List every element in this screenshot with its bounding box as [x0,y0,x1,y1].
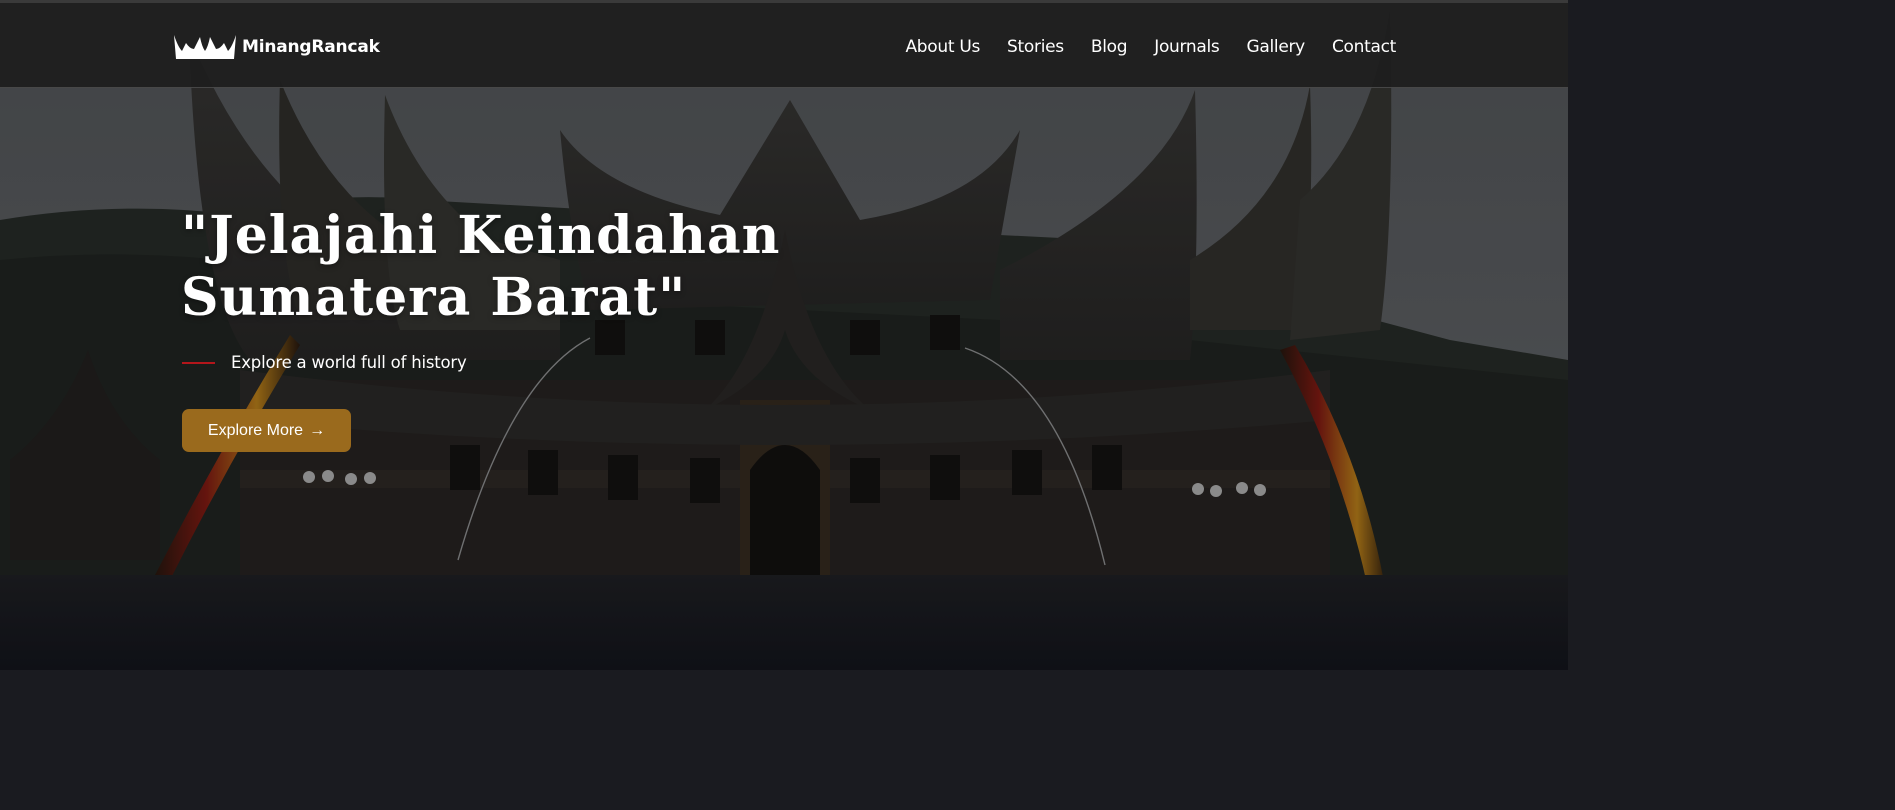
nav-journals[interactable]: Journals [1154,37,1220,57]
nav-contact[interactable]: Contact [1332,37,1396,57]
tagline-accent-line [182,361,215,364]
brand-logo[interactable]: MinangRancak [172,33,380,61]
explore-more-label: Explore More [207,421,304,439]
nav-stories[interactable]: Stories [1007,37,1064,57]
arrow-right-icon: → [309,421,326,439]
rumah-gadang-roof-icon [174,35,236,59]
hero-background-image [0,0,1568,670]
navbar: MinangRancak About Us Stories Blog Journ… [0,0,1568,88]
hero-title-line-1: "Jelajahi Keindahan [181,205,781,266]
nav-blog[interactable]: Blog [1091,37,1128,57]
tagline-text: Explore a world full of history [231,353,467,372]
hero-title-line-2: Sumatera Barat" [181,267,687,328]
explore-more-button[interactable]: Explore More → [182,409,351,452]
hero-title: "Jelajahi Keindahan Sumatera Barat" [181,205,780,329]
main-nav: About Us Stories Blog Journals Gallery C… [905,37,1396,57]
nav-about-us[interactable]: About Us [905,37,980,57]
brand-name: MinangRancak [242,37,380,57]
hero-tagline: Explore a world full of history [182,353,467,372]
nav-gallery[interactable]: Gallery [1247,37,1306,57]
